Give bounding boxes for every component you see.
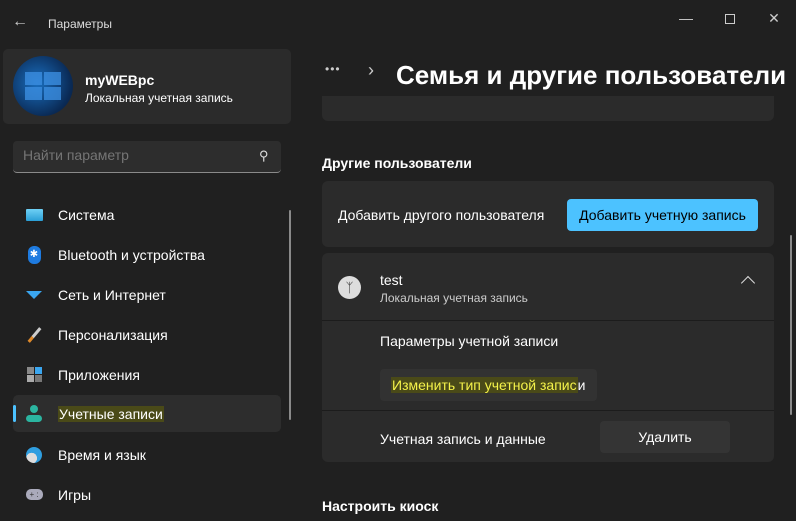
- user-name: test: [380, 272, 403, 288]
- search-icon[interactable]: ⚲: [259, 148, 269, 164]
- user-card: ᛉ test Локальная учетная запись Параметр…: [322, 253, 774, 462]
- add-user-label: Добавить другого пользователя: [338, 207, 545, 223]
- kiosk-heading: Настроить киоск: [322, 498, 439, 514]
- apps-icon: [25, 366, 43, 384]
- account-options-label: Параметры учетной записи: [380, 333, 559, 349]
- close-button[interactable]: ✕: [764, 8, 784, 28]
- sidebar-item-bluetooth[interactable]: ✱ Bluetooth и устройства: [13, 236, 281, 273]
- sidebar-item-gaming[interactable]: + : Игры: [13, 476, 281, 513]
- sidebar-item-apps[interactable]: Приложения: [13, 356, 281, 393]
- sidebar-item-personalization[interactable]: Персонализация: [13, 316, 281, 353]
- minimize-button[interactable]: —: [676, 8, 696, 28]
- user-avatar-icon: ᛉ: [338, 276, 361, 299]
- gamepad-icon: + :: [25, 486, 43, 504]
- search-input[interactable]: [23, 147, 243, 163]
- maximize-button[interactable]: [720, 8, 740, 28]
- active-indicator: [13, 405, 16, 422]
- bluetooth-icon: ✱: [25, 245, 43, 264]
- back-button[interactable]: ←: [12, 12, 32, 32]
- chevron-up-icon[interactable]: [740, 275, 756, 291]
- user-header[interactable]: ᛉ test Локальная учетная запись: [322, 253, 774, 320]
- wifi-icon: [25, 286, 43, 304]
- monitor-icon: [25, 206, 43, 224]
- sidebar-item-accounts[interactable]: Учетные записи: [13, 395, 281, 432]
- window-title: Параметры: [48, 17, 112, 31]
- divider: [322, 320, 774, 321]
- windows-logo-icon: [25, 72, 61, 100]
- breadcrumb-ellipsis[interactable]: •••: [325, 62, 341, 76]
- avatar: [13, 56, 73, 116]
- person-icon: [25, 405, 43, 423]
- brush-icon: [25, 326, 43, 344]
- divider: [322, 410, 774, 411]
- breadcrumb-chevron-icon: ›: [368, 60, 374, 80]
- add-account-button[interactable]: Добавить учетную запись: [567, 199, 758, 231]
- add-user-card: Добавить другого пользователя Добавить у…: [322, 181, 774, 247]
- user-type: Локальная учетная запись: [380, 291, 528, 305]
- sidebar-scrollbar[interactable]: [289, 210, 291, 420]
- other-users-heading: Другие пользователи: [322, 155, 472, 171]
- previous-card: [322, 96, 774, 121]
- clock-globe-icon: [25, 446, 43, 464]
- sidebar-item-system[interactable]: Система: [13, 196, 281, 233]
- profile-name: myWEBpc: [85, 72, 155, 88]
- main-scrollbar[interactable]: [790, 235, 792, 415]
- sidebar-item-network[interactable]: Сеть и Интернет: [13, 276, 281, 313]
- delete-button[interactable]: Удалить: [600, 421, 730, 453]
- account-data-label: Учетная запись и данные: [380, 431, 546, 447]
- sidebar-item-time-language[interactable]: Время и язык: [13, 436, 281, 473]
- profile-type: Локальная учетная запись: [85, 91, 233, 105]
- search-box[interactable]: ⚲: [13, 141, 281, 173]
- change-account-type-button[interactable]: Изменить тип учетной записи: [380, 369, 597, 401]
- profile-card[interactable]: myWEBpc Локальная учетная запись: [3, 49, 291, 124]
- page-title: Семья и другие пользователи: [396, 60, 787, 90]
